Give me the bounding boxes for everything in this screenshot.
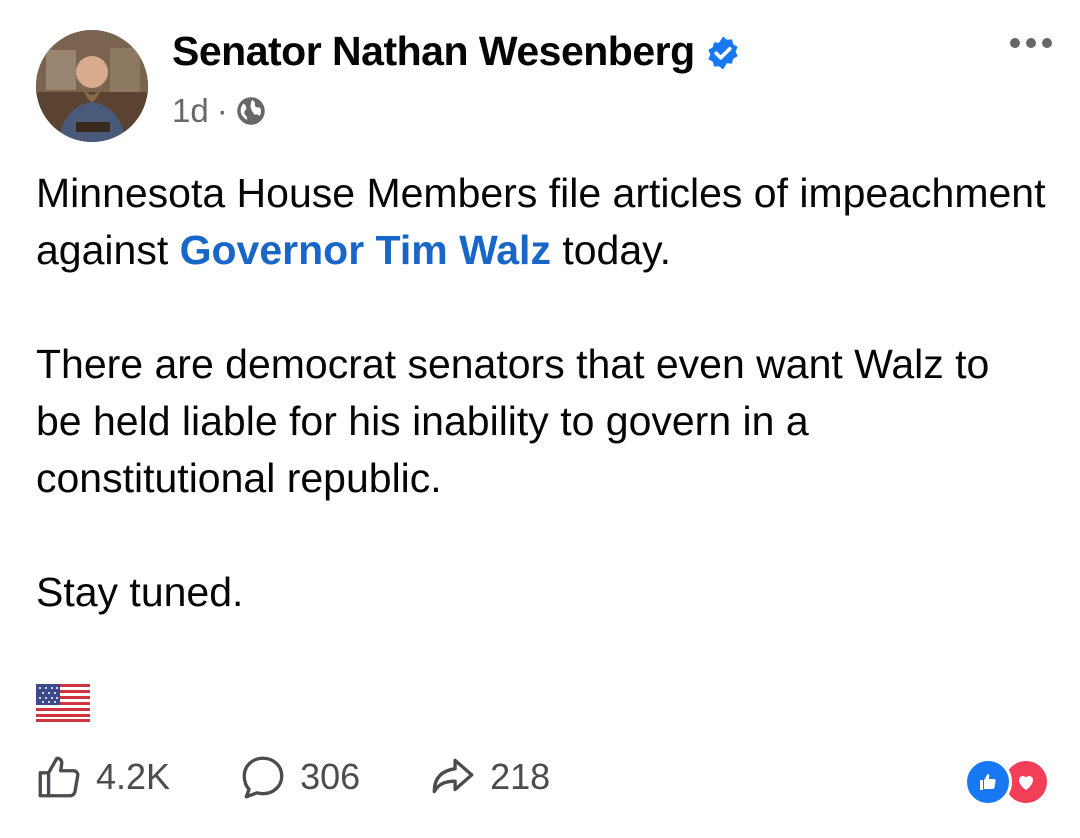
post-body: Minnesota House Members file articles of… — [36, 165, 1046, 678]
meta-separator: · — [216, 92, 228, 129]
share-button[interactable]: 218 — [428, 752, 550, 802]
share-count: 218 — [490, 756, 551, 797]
mention-link[interactable]: Governor Tim Walz — [180, 227, 551, 273]
post-actions: 4.2K 306 218 — [34, 752, 618, 802]
post-paragraph-2: There are democrat senators that even wa… — [36, 341, 990, 501]
more-options-icon[interactable] — [1010, 38, 1052, 48]
comment-bubble-icon — [242, 756, 284, 799]
like-reaction-icon — [964, 758, 1012, 806]
reaction-summary[interactable] — [964, 758, 1050, 806]
post-time[interactable]: 1d — [172, 92, 209, 130]
post-paragraph-1: Minnesota House Members file articles of… — [36, 170, 1046, 273]
post-paragraph-3: Stay tuned. — [36, 569, 244, 615]
comment-count: 306 — [300, 756, 361, 797]
like-button[interactable]: 4.2K — [34, 752, 170, 802]
share-arrow-icon — [432, 758, 474, 794]
post-meta: 1d · — [172, 92, 266, 130]
us-flag-emoji — [36, 684, 90, 722]
comment-button[interactable]: 306 — [238, 752, 360, 802]
thumbs-up-icon — [38, 756, 80, 798]
verified-badge-icon — [707, 36, 738, 69]
globe-icon — [236, 97, 265, 125]
like-count: 4.2K — [96, 756, 171, 797]
author-name-row: Senator Nathan Wesenberg — [172, 28, 741, 75]
author-name[interactable]: Senator Nathan Wesenberg — [172, 28, 695, 75]
author-avatar[interactable] — [36, 30, 148, 142]
